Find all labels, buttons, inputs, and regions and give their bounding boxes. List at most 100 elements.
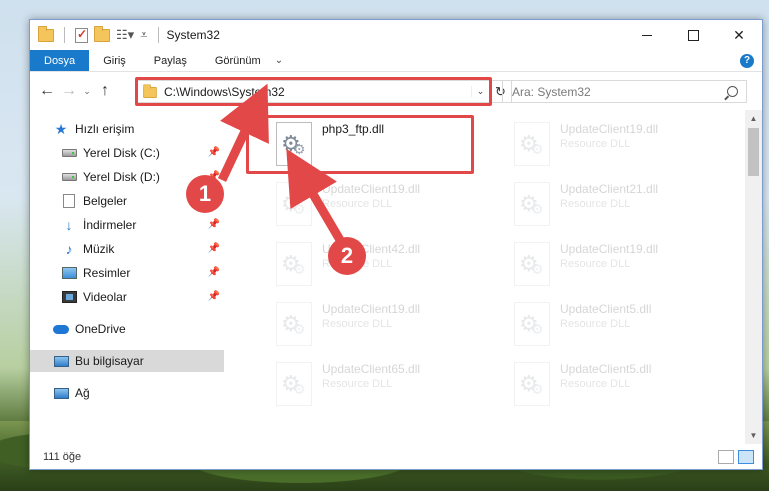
scroll-thumb[interactable] — [748, 128, 759, 176]
back-button[interactable]: ← — [36, 82, 58, 100]
dll-file-icon — [514, 302, 550, 346]
sidebar-item-label: Müzik — [83, 242, 115, 256]
file-item[interactable]: UpdateClient5.dll Resource DLL — [498, 298, 734, 350]
quick-access-toolbar: ☷▾ ⩡ — [30, 25, 163, 43]
sidebar-item-local-disk-c[interactable]: Yerel Disk (C:) 📌 — [30, 142, 224, 164]
address-dropdown-button[interactable]: ⌄ — [471, 86, 489, 97]
dll-file-icon — [276, 362, 312, 406]
scroll-up-button[interactable]: ▲ — [745, 110, 762, 127]
file-item[interactable]: UpdateClient21.dll Resource DLL — [498, 178, 734, 230]
file-type: Resource DLL — [322, 318, 393, 330]
help-icon[interactable]: ? — [740, 53, 754, 68]
sidebar-item-quick-access[interactable]: ★ Hızlı erişim — [30, 118, 224, 140]
window-title: System32 — [166, 28, 220, 42]
file-type: Resource DLL — [560, 258, 631, 270]
pictures-icon — [61, 266, 77, 280]
vertical-scrollbar[interactable]: ▲ ▼ — [745, 110, 762, 444]
pin-icon[interactable]: 📌 — [208, 219, 220, 230]
onedrive-icon — [53, 322, 69, 336]
pin-icon[interactable]: 📌 — [208, 147, 220, 158]
dll-file-icon — [276, 182, 312, 226]
file-item[interactable]: UpdateClient19.dll Resource DLL — [260, 178, 496, 230]
sidebar-item-label: Yerel Disk (C:) — [83, 146, 160, 160]
sidebar-item-pictures[interactable]: Resimler 📌 — [30, 262, 224, 284]
sidebar-item-label: Ağ — [75, 386, 90, 400]
sidebar-item-videos[interactable]: Videolar 📌 — [30, 286, 224, 308]
documents-icon — [61, 194, 77, 208]
navigation-bar: ← → ⌄ ↑ C:\Windows\System32 ⌄ ↻ Ara: Sys… — [30, 72, 762, 110]
recent-locations-button[interactable]: ⌄ — [80, 86, 94, 97]
sidebar-item-this-pc[interactable]: Bu bilgisayar — [30, 350, 224, 372]
file-item[interactable]: UpdateClient5.dll Resource DLL — [498, 358, 734, 410]
forward-button[interactable]: → — [58, 82, 80, 100]
file-highlight-box — [246, 115, 474, 174]
file-type: Resource DLL — [560, 138, 631, 150]
tab-view[interactable]: Görünüm — [201, 50, 275, 71]
download-icon: ↓ — [65, 217, 73, 233]
up-button[interactable]: ↑ — [94, 82, 116, 100]
pin-icon[interactable]: 📌 — [208, 267, 220, 278]
file-name: UpdateClient19.dll — [322, 182, 421, 196]
file-name: UpdateClient5.dll — [560, 362, 652, 376]
dll-file-icon — [514, 182, 550, 226]
file-type: Resource DLL — [560, 378, 631, 390]
search-box[interactable]: Ara: System32 — [502, 80, 747, 103]
sidebar-item-label: Belgeler — [83, 194, 128, 208]
pin-icon[interactable]: 📌 — [208, 291, 220, 302]
music-icon: ♪ — [65, 241, 73, 257]
sidebar-item-label: OneDrive — [75, 322, 126, 336]
file-item[interactable]: UpdateClient65.dll Resource DLL — [260, 358, 496, 410]
close-button[interactable]: ✕ — [716, 20, 762, 50]
details-view-button[interactable] — [718, 450, 734, 464]
customize-toolbar-icon[interactable]: ☷▾ — [116, 27, 134, 43]
minimize-button[interactable] — [624, 20, 670, 50]
tab-share[interactable]: Paylaş — [140, 50, 201, 71]
this-pc-icon — [53, 354, 69, 368]
large-icons-view-button[interactable] — [738, 450, 754, 464]
file-item[interactable]: UpdateClient42.dll Resource DLL — [260, 238, 496, 290]
search-input[interactable]: Ara: System32 — [512, 85, 591, 99]
dll-file-icon — [276, 302, 312, 346]
sidebar-item-music[interactable]: ♪ Müzik 📌 — [30, 238, 224, 260]
address-folder-icon — [143, 84, 157, 99]
dll-file-icon — [514, 362, 550, 406]
sidebar-item-network[interactable]: Ağ — [30, 382, 224, 404]
tab-home[interactable]: Giriş — [89, 50, 140, 71]
maximize-button[interactable] — [670, 20, 716, 50]
file-explorer-window: ☷▾ ⩡ System32 ✕ Dosya Giriş Paylaş Görün… — [29, 19, 763, 470]
ribbon-tabs: Dosya Giriş Paylaş Görünüm ⌄ ? — [30, 50, 762, 72]
file-name: UpdateClient19.dll — [560, 122, 659, 136]
disk-icon — [61, 170, 77, 184]
sidebar-item-label: Videolar — [83, 290, 127, 304]
scroll-down-button[interactable]: ▼ — [745, 427, 762, 444]
videos-icon — [61, 290, 77, 304]
file-item[interactable]: UpdateClient19.dll Resource DLL — [498, 118, 734, 170]
network-icon — [53, 386, 69, 400]
title-bar: ☷▾ ⩡ System32 ✕ — [30, 20, 762, 50]
tab-file[interactable]: Dosya — [30, 50, 90, 71]
file-name: UpdateClient5.dll — [560, 302, 652, 316]
file-item[interactable]: UpdateClient19.dll Resource DLL — [260, 298, 496, 350]
new-folder-icon[interactable] — [94, 25, 110, 42]
file-type: Resource DLL — [560, 318, 631, 330]
folder-icon — [38, 25, 54, 42]
file-name: UpdateClient19.dll — [322, 302, 421, 316]
ribbon-collapse-icon[interactable]: ⌄ — [275, 55, 283, 66]
toolbar-dropdown-icon[interactable]: ⩡ — [140, 27, 147, 43]
pin-icon[interactable]: 📌 — [208, 243, 220, 254]
sidebar-item-downloads[interactable]: ↓ İndirmeler 📌 — [30, 214, 224, 236]
file-item[interactable]: UpdateClient19.dll Resource DLL — [498, 238, 734, 290]
address-path[interactable]: C:\Windows\System32 — [164, 85, 285, 99]
callout-2: 2 — [328, 237, 366, 275]
sidebar-item-onedrive[interactable]: OneDrive — [30, 318, 224, 340]
navigation-pane: ★ Hızlı erişim Yerel Disk (C:) 📌 Yerel D… — [30, 110, 226, 444]
view-toggle — [718, 450, 754, 464]
properties-check-icon[interactable] — [75, 27, 88, 43]
file-type: Resource DLL — [560, 198, 631, 210]
file-name: UpdateClient21.dll — [560, 182, 659, 196]
divider — [64, 27, 65, 43]
file-type: Resource DLL — [322, 198, 393, 210]
search-icon[interactable] — [727, 86, 738, 97]
address-bar[interactable]: C:\Windows\System32 ⌄ — [137, 80, 490, 103]
item-count: 111 öğe — [43, 451, 82, 463]
